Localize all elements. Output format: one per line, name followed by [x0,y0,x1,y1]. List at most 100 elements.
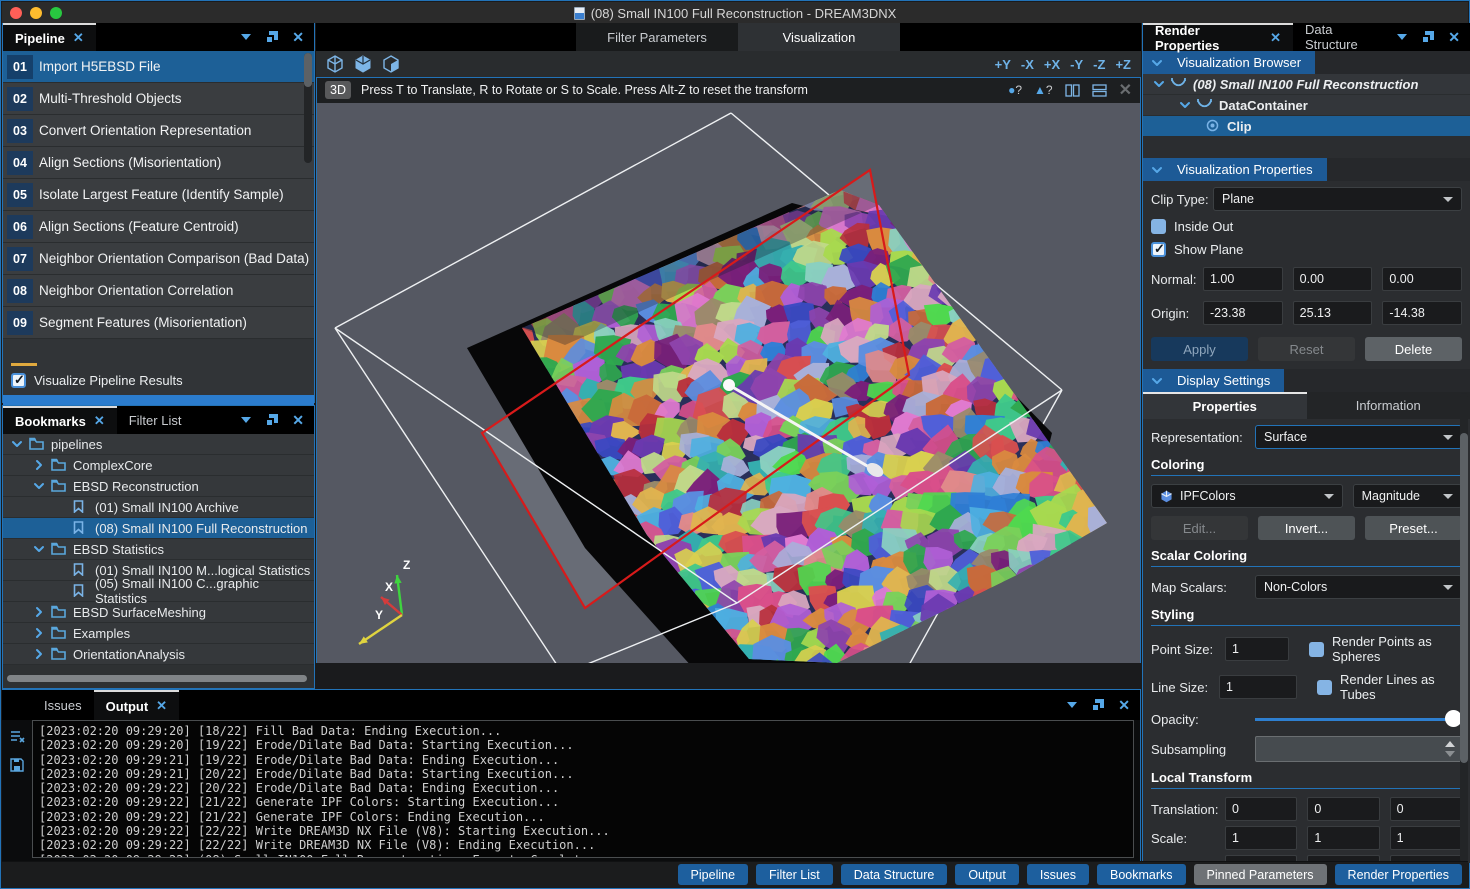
undock-icon[interactable] [1421,31,1434,44]
chevron-right-icon[interactable] [33,459,45,471]
inside-out-checkbox[interactable] [1151,219,1166,234]
invert-colors-button[interactable]: Invert... [1258,516,1355,540]
bookmark-tree-item[interactable]: EBSD Statistics [3,539,314,560]
axis-view-button-minusX[interactable]: -X [1021,57,1034,72]
chevron-down-icon[interactable] [1179,99,1191,111]
browser-item-datacontainer[interactable]: DataContainer [1143,95,1470,116]
axis-view-button-plusZ[interactable]: +Z [1115,57,1131,72]
tab-filter-list[interactable]: Filter List [117,406,194,434]
origin-y-input[interactable] [1293,301,1373,325]
dock-toggle-render-properties[interactable]: Render Properties [1335,864,1462,885]
tab-filter-parameters[interactable]: Filter Parameters [576,23,738,51]
split-vertical-icon[interactable] [1065,84,1080,97]
chevron-right-icon[interactable] [33,606,45,618]
close-panel-icon[interactable]: ✕ [1118,698,1130,712]
bookmark-tree-item[interactable]: (05) Small IN100 C...graphic Statistics [3,581,314,602]
color-array-dropdown[interactable]: IPFColors [1151,484,1343,508]
close-panel-icon[interactable]: ✕ [292,413,304,427]
subsampling-spinbox[interactable] [1255,736,1462,762]
point-size-input[interactable] [1225,637,1289,661]
chevron-down-icon[interactable] [33,480,45,492]
pipeline-item-09[interactable]: 09Segment Features (Misorientation) [3,307,314,339]
bookmark-tree-item[interactable]: ComplexCore [3,455,314,476]
close-tab-icon[interactable]: ✕ [94,413,105,429]
normal-y-input[interactable] [1293,267,1373,291]
chevron-down-icon[interactable] [33,543,45,555]
cell-help-icon[interactable]: ▲? [1034,83,1053,97]
apply-button[interactable]: Apply [1151,337,1248,361]
tab-output[interactable]: Output ✕ [94,690,180,720]
scale-y-input[interactable] [1307,826,1379,850]
browser-item--08-small-in100-full-reconst[interactable]: (08) Small IN100 Full Reconstruction [1143,74,1470,95]
visibility-eye-icon[interactable] [1205,119,1221,133]
translation-z-input[interactable] [1390,797,1462,821]
tab-bookmarks[interactable]: Bookmarks ✕ [3,406,117,434]
undock-icon[interactable] [265,31,278,44]
line-size-input[interactable] [1219,675,1297,699]
bookmark-tree-item[interactable]: Examples [3,623,314,644]
pipeline-item-07[interactable]: 07Neighbor Orientation Comparison (Bad D… [3,243,314,275]
point-help-icon[interactable]: ●? [1008,83,1022,97]
clipped-cube-icon[interactable] [382,55,400,73]
normal-x-input[interactable] [1203,267,1283,291]
save-output-icon[interactable] [10,758,24,772]
chevron-down-icon[interactable] [11,438,23,450]
bookmark-tree-item[interactable]: EBSD Reconstruction [3,476,314,497]
visualize-results-checkbox[interactable] [11,373,26,388]
pipeline-item-01[interactable]: 01Import H5EBSD File [3,51,314,83]
origin-x-input[interactable] [1203,301,1283,325]
tab-visualization[interactable]: Visualization [738,23,900,51]
origin-z-input[interactable] [1382,301,1462,325]
split-horizontal-icon[interactable] [1092,84,1107,97]
map-scalars-dropdown[interactable]: Non-Colors [1255,575,1462,599]
preset-colors-button[interactable]: Preset... [1365,516,1462,540]
opacity-slider[interactable] [1255,710,1462,728]
pipeline-item-08[interactable]: 08Neighbor Orientation Correlation [3,275,314,307]
dock-toggle-data-structure[interactable]: Data Structure [841,864,948,885]
undock-icon[interactable] [265,414,278,427]
dock-toggle-issues[interactable]: Issues [1027,864,1089,885]
chevron-down-icon[interactable] [1397,34,1407,40]
component-dropdown[interactable]: Magnitude [1353,484,1462,508]
undock-icon[interactable] [1091,699,1104,712]
dock-toggle-pinned-parameters[interactable]: Pinned Parameters [1194,864,1327,885]
render-panel-scrollbar[interactable] [1460,393,1468,863]
close-tab-icon[interactable]: ✕ [1270,30,1281,46]
viewport-3d-scene[interactable]: ZXY [317,103,1140,663]
pipeline-item-05[interactable]: 05Isolate Largest Feature (Identify Samp… [3,179,314,211]
dock-toggle-pipeline[interactable]: Pipeline [678,864,748,885]
chevron-down-icon[interactable] [1151,164,1163,176]
representation-dropdown[interactable]: Surface [1255,425,1462,449]
solid-cube-icon[interactable] [354,55,372,73]
visualization-browser-header[interactable]: Visualization Browser [1143,51,1470,74]
browser-item-clip[interactable]: Clip [1143,116,1470,137]
pipeline-item-02[interactable]: 02Multi-Threshold Objects [3,83,314,115]
clip-type-dropdown[interactable]: Plane [1213,187,1462,211]
spin-down-icon[interactable] [1445,751,1455,757]
pipeline-item-03[interactable]: 03Convert Orientation Representation [3,115,314,147]
dock-toggle-filter-list[interactable]: Filter List [756,864,833,885]
tab-information[interactable]: Information [1307,392,1470,419]
close-panel-icon[interactable]: ✕ [292,30,304,44]
spin-up-icon[interactable] [1445,741,1455,747]
scale-z-input[interactable] [1390,826,1462,850]
dock-toggle-output[interactable]: Output [955,864,1019,885]
edit-colors-button[interactable]: Edit... [1151,516,1248,540]
tab-pipeline[interactable]: Pipeline ✕ [3,23,96,51]
chevron-down-icon[interactable] [241,417,251,423]
chevron-right-icon[interactable] [33,648,45,660]
axis-view-button-minusZ[interactable]: -Z [1093,57,1105,72]
reset-button[interactable]: Reset [1258,337,1355,361]
chevron-right-icon[interactable] [33,627,45,639]
chevron-down-icon[interactable] [241,34,251,40]
pipeline-item-06[interactable]: 06Align Sections (Feature Centroid) [3,211,314,243]
chevron-down-icon[interactable] [1067,702,1077,708]
bookmark-tree-item[interactable]: pipelines [3,434,314,455]
pipeline-scrollbar[interactable] [304,53,312,163]
translation-y-input[interactable] [1307,797,1379,821]
tab-properties[interactable]: Properties [1143,392,1307,419]
clear-output-icon[interactable] [10,730,25,744]
lines-as-tubes-checkbox[interactable] [1317,680,1332,695]
tab-render-properties[interactable]: Render Properties ✕ [1143,23,1293,51]
close-panel-icon[interactable]: ✕ [1448,30,1460,44]
